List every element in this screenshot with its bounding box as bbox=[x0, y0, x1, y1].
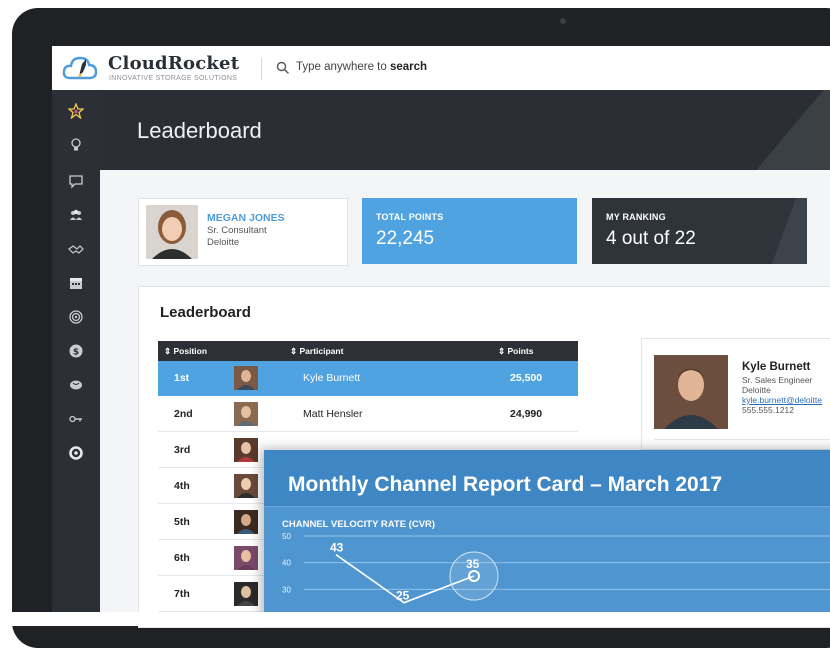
data-label: 35 bbox=[466, 557, 480, 571]
page-title: Leaderboard bbox=[137, 118, 262, 143]
cvr-line-chart: 50403020432535 bbox=[282, 532, 830, 621]
column-header-participant[interactable]: ⇕ Participant bbox=[290, 346, 343, 357]
sidebar-item-chat[interactable] bbox=[62, 168, 90, 194]
sidebar-item-revenue[interactable]: $ bbox=[62, 338, 90, 364]
row-position: 2nd bbox=[174, 408, 193, 420]
row-position: 4th bbox=[174, 480, 190, 492]
participant-avatar bbox=[234, 510, 258, 534]
table-header: ⇕ Position ⇕ Participant ⇕ Points bbox=[158, 341, 578, 361]
table-row[interactable]: 2nd Matt Hensler 24,990 bbox=[158, 397, 578, 432]
leaderboard-title: Leaderboard bbox=[160, 304, 251, 321]
table-row[interactable]: 1st Kyle Burnett 25,500 bbox=[158, 361, 578, 396]
row-position: 3rd bbox=[174, 444, 191, 456]
row-participant: Kyle Burnett bbox=[303, 372, 361, 384]
participant-avatar bbox=[234, 582, 258, 606]
search-input[interactable]: Type anywhere to search bbox=[296, 61, 427, 73]
search-emphasis: search bbox=[389, 61, 428, 73]
profile-name[interactable]: MEGAN JONES bbox=[207, 212, 285, 224]
brand-name[interactable]: CloudRocket bbox=[108, 53, 239, 74]
participant-avatar bbox=[234, 546, 258, 570]
sidebar-item-insights[interactable] bbox=[62, 372, 90, 398]
sidebar-item-goals[interactable] bbox=[62, 304, 90, 330]
row-position: 5th bbox=[174, 516, 190, 528]
star-icon bbox=[68, 103, 84, 119]
report-header: Monthly Channel Report Card – March 2017 bbox=[264, 450, 830, 507]
svg-text:$: $ bbox=[73, 348, 79, 358]
data-label: 25 bbox=[396, 589, 410, 603]
page-header: Leaderboard bbox=[100, 90, 830, 170]
header-decoration bbox=[756, 90, 830, 170]
top-bar: CloudRocket INNOVATIVE STORAGE SOLUTIONS… bbox=[52, 46, 830, 91]
report-card-overlay: Monthly Channel Report Card – March 2017… bbox=[264, 450, 830, 621]
total-points-label: TOTAL POINTS bbox=[376, 212, 444, 222]
report-title: Monthly Channel Report Card – March 2017 bbox=[288, 473, 723, 496]
row-position: 7th bbox=[174, 588, 190, 600]
camera-dot bbox=[560, 18, 566, 24]
divider bbox=[654, 439, 830, 440]
total-points-card: TOTAL POINTS 22,245 bbox=[362, 198, 577, 264]
chart-title: CHANNEL VELOCITY RATE (CVR) bbox=[282, 519, 436, 530]
participant-avatar bbox=[234, 402, 258, 426]
profile-photo bbox=[146, 205, 198, 259]
participant-company: Deloitte bbox=[742, 385, 771, 395]
dollar-icon: $ bbox=[69, 344, 83, 358]
participant-photo bbox=[654, 355, 728, 429]
search-icon[interactable] bbox=[276, 61, 290, 75]
column-header-position[interactable]: ⇕ Position bbox=[164, 346, 207, 357]
my-ranking-value: 4 out of 22 bbox=[606, 228, 696, 249]
brain-icon bbox=[70, 380, 82, 390]
handshake-icon bbox=[68, 245, 84, 254]
profile-card[interactable]: MEGAN JONES Sr. Consultant Deloitte bbox=[138, 198, 348, 266]
target-icon bbox=[69, 310, 83, 324]
divider bbox=[261, 58, 262, 80]
row-position: 6th bbox=[174, 552, 190, 564]
y-tick-label: 50 bbox=[282, 532, 291, 541]
participant-role: Sr. Sales Engineer bbox=[742, 375, 813, 385]
team-icon bbox=[70, 209, 82, 220]
lightbulb-icon bbox=[71, 138, 81, 151]
participant-avatar bbox=[234, 438, 258, 462]
participant-detail-card: Kyle Burnett Sr. Sales Engineer Deloitte… bbox=[641, 338, 830, 450]
row-points: 25,500 bbox=[510, 372, 543, 384]
total-points-value: 22,245 bbox=[376, 228, 435, 249]
row-position: 1st bbox=[174, 372, 190, 384]
sidebar-item-calendar[interactable] bbox=[62, 270, 90, 296]
participant-avatar bbox=[234, 366, 258, 390]
y-tick-label: 40 bbox=[282, 559, 291, 568]
key-icon bbox=[69, 415, 82, 423]
sidebar-item-team[interactable] bbox=[62, 202, 90, 228]
participant-email-link[interactable]: kyle.burnett@deloitte bbox=[742, 395, 822, 405]
profile-role: Sr. Consultant bbox=[207, 225, 267, 236]
participant-avatar bbox=[234, 474, 258, 498]
row-points: 24,990 bbox=[510, 408, 543, 420]
sidebar-item-ideas[interactable] bbox=[62, 132, 90, 158]
sidebar: $ bbox=[52, 90, 100, 612]
profile-company: Deloitte bbox=[207, 237, 240, 248]
column-header-points[interactable]: ⇕ Points bbox=[498, 346, 533, 357]
sidebar-item-partners[interactable] bbox=[62, 236, 90, 262]
page-bottom bbox=[0, 612, 830, 626]
row-participant: Matt Hensler bbox=[303, 408, 363, 420]
refresh-icon bbox=[69, 446, 83, 460]
my-ranking-label: MY RANKING bbox=[606, 212, 666, 222]
participant-phone: 555.555.1212 bbox=[742, 405, 794, 415]
cloud-rocket-logo-icon bbox=[62, 56, 98, 80]
chat-icon bbox=[69, 175, 83, 189]
brand-tagline: INNOVATIVE STORAGE SOLUTIONS bbox=[109, 75, 238, 82]
sidebar-item-access[interactable] bbox=[62, 406, 90, 432]
y-tick-label: 30 bbox=[282, 585, 291, 594]
card-decoration bbox=[771, 198, 807, 264]
participant-name: Kyle Burnett bbox=[742, 361, 811, 373]
my-ranking-card: MY RANKING 4 out of 22 bbox=[592, 198, 807, 264]
sidebar-item-sync[interactable] bbox=[62, 440, 90, 466]
calendar-icon bbox=[70, 278, 82, 289]
data-label: 43 bbox=[330, 541, 344, 555]
search-prefix: Type anywhere to bbox=[296, 61, 390, 73]
sidebar-item-star[interactable] bbox=[62, 98, 90, 124]
